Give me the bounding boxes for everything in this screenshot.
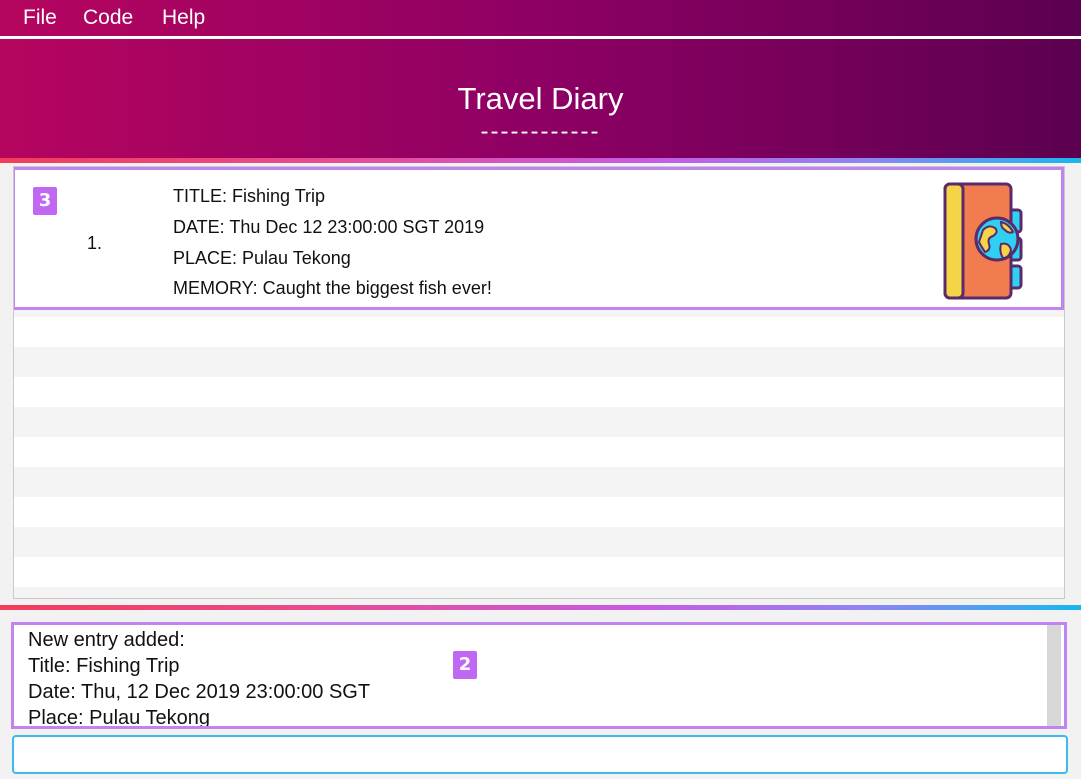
menu-code[interactable]: Code — [83, 6, 133, 30]
result-line: Title: Fishing Trip — [28, 655, 180, 677]
result-badge: 2 — [453, 651, 477, 679]
menu-bar: File Code Help — [0, 0, 1081, 39]
entry-index: 1. — [87, 233, 103, 253]
result-line: Date: Thu, 12 Dec 2019 23:00:00 SGT — [28, 681, 371, 703]
command-input[interactable] — [12, 735, 1068, 774]
header-divider — [0, 158, 1081, 163]
title-underline: ------------ — [480, 118, 601, 145]
app-header: File Code Help Travel Diary ------------ — [0, 0, 1081, 158]
result-scrollbar[interactable] — [1047, 625, 1061, 726]
travel-diary-book-icon — [943, 182, 1023, 300]
menu-file[interactable]: File — [23, 6, 57, 30]
entry-list[interactable]: 3 1. TITLE: Fishing Trip DATE: Thu Dec 1… — [13, 166, 1065, 599]
page-title: Travel Diary — [457, 81, 624, 116]
entry-date: DATE: Thu Dec 12 23:00:00 SGT 2019 — [173, 217, 485, 237]
result-display[interactable]: New entry added: Title: Fishing Trip Dat… — [11, 622, 1067, 729]
entry-card[interactable]: 3 1. TITLE: Fishing Trip DATE: Thu Dec 1… — [14, 167, 1064, 310]
entry-badge: 3 — [33, 187, 57, 215]
entry-title: TITLE: Fishing Trip — [173, 186, 326, 206]
results-divider — [0, 605, 1081, 610]
menu-help[interactable]: Help — [162, 6, 205, 30]
entry-place: PLACE: Pulau Tekong — [173, 248, 351, 268]
result-line: New entry added: — [28, 629, 185, 651]
result-line: Place: Pulau Tekong — [28, 707, 210, 729]
entry-memory: MEMORY: Caught the biggest fish ever! — [173, 278, 492, 298]
